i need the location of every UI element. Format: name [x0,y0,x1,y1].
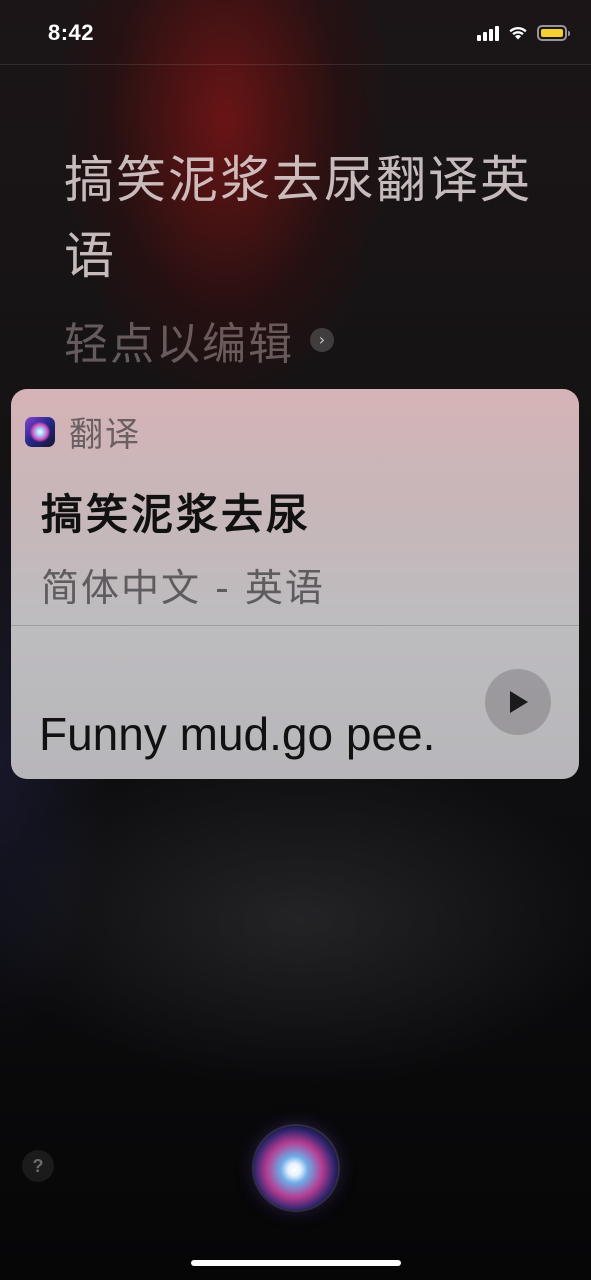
translate-card[interactable]: 翻译 搞笑泥浆去尿 简体中文 - 英语 Funny mud.go pee. [11,389,579,779]
cellular-signal-icon [477,25,499,41]
help-button[interactable]: ? [22,1150,54,1182]
card-divider [11,625,579,626]
tap-to-edit-button[interactable]: 轻点以编辑 › [64,308,334,372]
chevron-right-icon: › [310,328,334,352]
card-app-name: 翻译 [69,415,141,455]
tap-to-edit-label: 轻点以编辑 [64,319,294,370]
home-indicator[interactable] [191,1260,401,1266]
card-header: 翻译 [25,407,141,456]
status-icons [477,24,570,41]
source-phrase: 搞笑泥浆去尿 [41,490,312,539]
translation-text: Funny mud.go pee. [39,708,436,760]
status-time: 8:42 [48,20,95,45]
wifi-icon [509,26,527,40]
status-bar: 8:42 [0,0,591,65]
siri-orb-icon[interactable] [254,1126,338,1210]
battery-icon [537,24,570,41]
play-icon [510,691,528,713]
language-pair: 简体中文 - 英语 [41,566,325,610]
siri-app-icon [25,416,55,447]
play-button[interactable] [485,669,551,735]
battery-level [541,28,563,37]
siri-query-text: 搞笑泥浆去尿翻译英语 [64,151,532,285]
battery-cap [568,30,570,36]
